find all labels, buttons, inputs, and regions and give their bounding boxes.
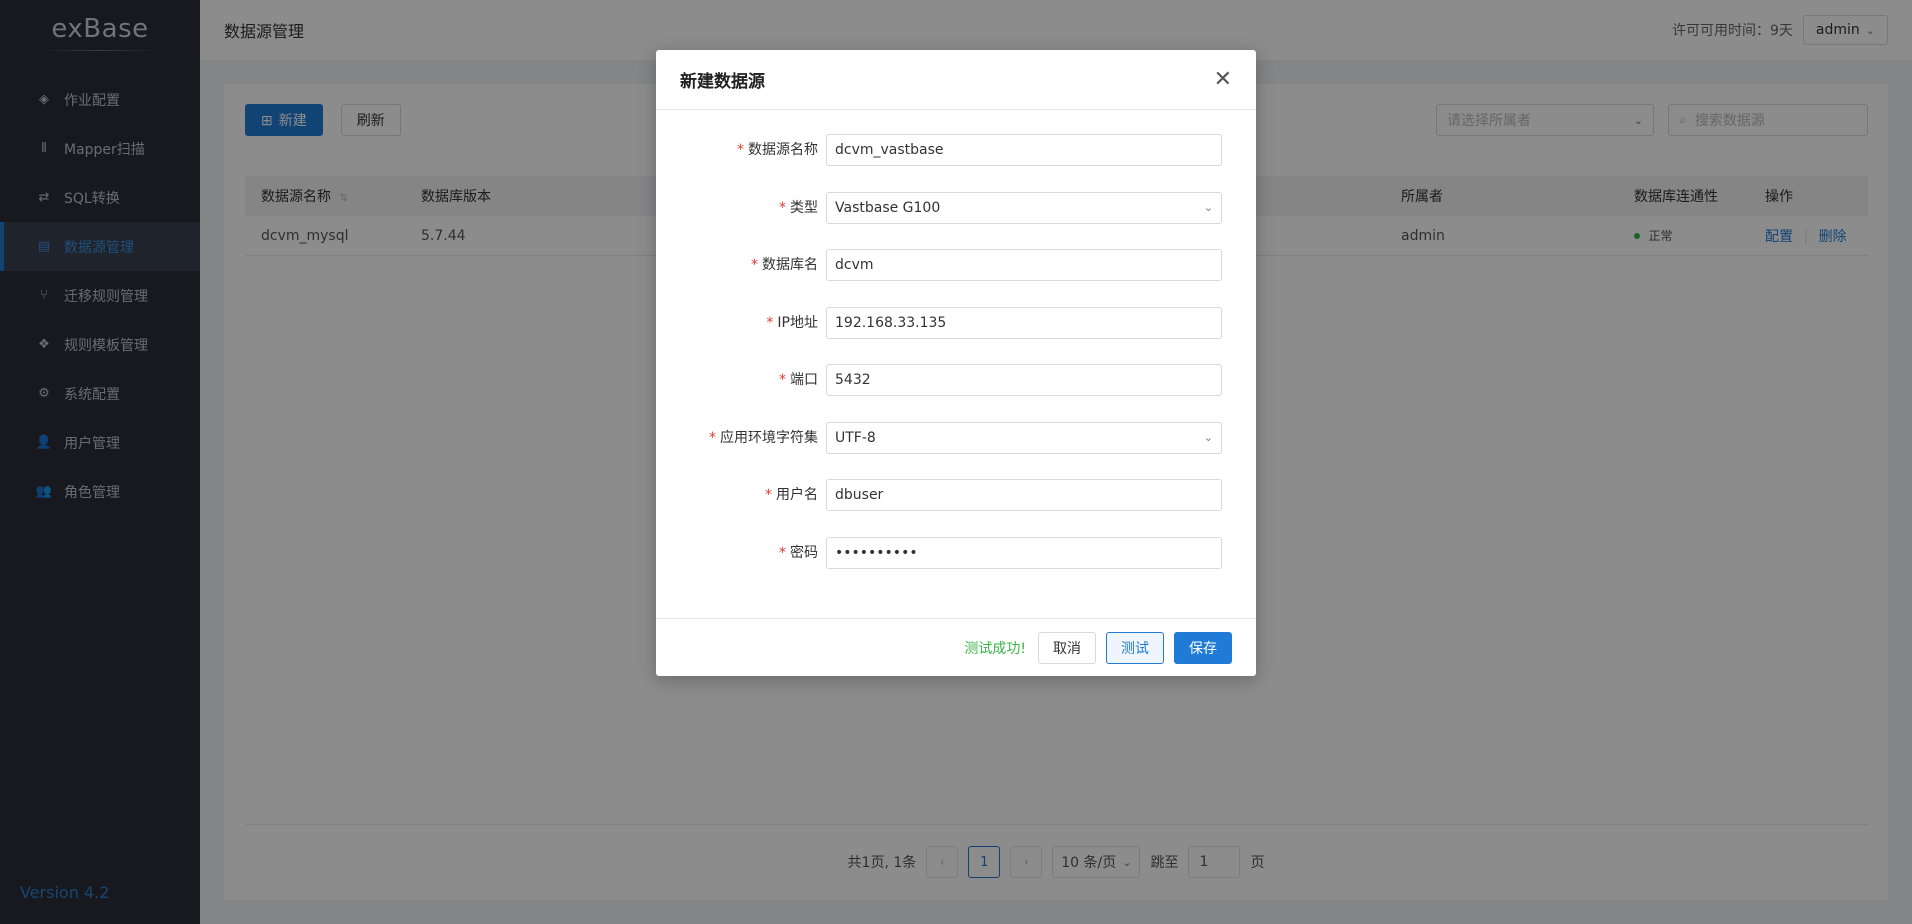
form-row-charset: * 应用环境字符集 UTF-8 ⌄ — [656, 421, 1256, 480]
required-mark: * — [779, 544, 786, 561]
required-mark: * — [709, 429, 716, 446]
port-input[interactable]: 5432 — [826, 364, 1222, 396]
datasource-name-input[interactable]: dcvm_vastbase — [826, 134, 1222, 166]
field-label-text: 数据源名称 — [748, 142, 818, 158]
modal-title: 新建数据源 — [680, 72, 765, 92]
field-label-text: 端口 — [790, 372, 818, 388]
password-input[interactable]: •••••••••• — [826, 536, 1222, 569]
field-label-text: 类型 — [790, 199, 818, 216]
test-success-message: 测试成功! — [964, 640, 1026, 657]
type-select[interactable]: Vastbase G100 ⌄ — [826, 191, 1222, 224]
charset-select-value: UTF-8 — [835, 429, 876, 446]
new-datasource-dialog: 新建数据源 ✕ * 数据源名称 dcvm_vastbase * 类型 Vastbas… — [656, 50, 1256, 676]
ip-address-input[interactable]: 192.168.33.135 — [826, 306, 1222, 339]
field-label-text: 密码 — [790, 544, 818, 561]
field-label: * 类型 — [656, 192, 826, 224]
modal-header: 新建数据源 ✕ — [656, 50, 1256, 110]
close-icon[interactable]: ✕ — [1214, 67, 1232, 92]
required-mark: * — [766, 314, 774, 331]
form-row-name: * 数据源名称 dcvm_vastbase — [656, 134, 1256, 192]
field-label: * IP地址 — [656, 307, 826, 339]
test-button[interactable]: 测试 — [1106, 631, 1164, 664]
field-label: * 端口 — [656, 364, 826, 396]
form-row-type: * 类型 Vastbase G100 ⌄ — [656, 191, 1256, 250]
field-label-text: 数据库名 — [762, 257, 818, 273]
form-row-password: * 密码 •••••••••• — [656, 536, 1256, 595]
required-mark: * — [751, 257, 758, 273]
field-label: * 密码 — [656, 537, 826, 569]
datasource-form: * 数据源名称 dcvm_vastbase * 类型 Vastbase G100 ⌄… — [656, 110, 1256, 594]
chevron-down-icon: ⌄ — [1203, 431, 1213, 444]
field-label: * 数据库名 — [656, 249, 826, 281]
field-label-text: IP地址 — [777, 314, 818, 331]
required-mark: * — [737, 142, 744, 158]
form-row-port: * 端口 5432 — [656, 364, 1256, 422]
field-label: * 数据源名称 — [656, 134, 826, 166]
field-label-text: 应用环境字符集 — [720, 429, 818, 446]
chevron-down-icon: ⌄ — [1203, 201, 1213, 214]
field-label-text: 用户名 — [776, 487, 818, 503]
form-row-dbname: * 数据库名 dcvm — [656, 249, 1256, 307]
required-mark: * — [779, 199, 786, 216]
required-mark: * — [765, 487, 772, 503]
field-label: * 用户名 — [656, 479, 826, 511]
cancel-button[interactable]: 取消 — [1038, 631, 1096, 664]
form-row-ip: * IP地址 192.168.33.135 — [656, 306, 1256, 365]
username-input[interactable]: dbuser — [826, 479, 1222, 511]
charset-select[interactable]: UTF-8 ⌄ — [826, 421, 1222, 454]
type-select-value: Vastbase G100 — [835, 199, 941, 216]
database-name-input[interactable]: dcvm — [826, 249, 1222, 281]
save-button[interactable]: 保存 — [1174, 631, 1232, 664]
field-label: * 应用环境字符集 — [656, 422, 826, 454]
form-row-username: * 用户名 dbuser — [656, 479, 1256, 537]
modal-footer: 测试成功! 取消 测试 保存 — [656, 618, 1256, 676]
required-mark: * — [779, 372, 786, 388]
